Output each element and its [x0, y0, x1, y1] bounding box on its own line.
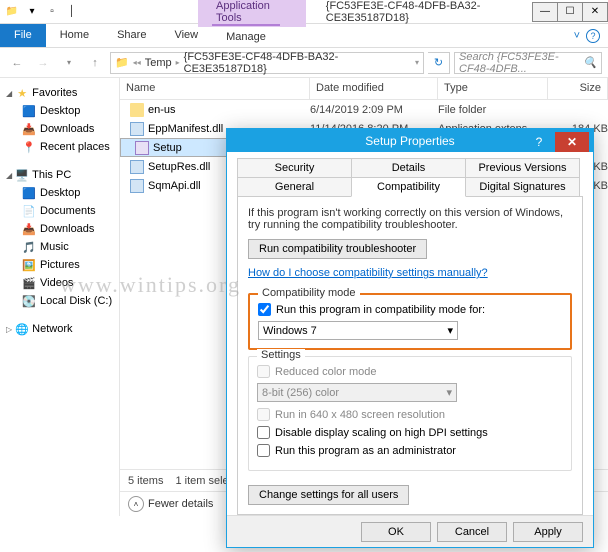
maximize-button[interactable]: ☐	[557, 2, 583, 22]
apply-button[interactable]: Apply	[513, 522, 583, 542]
dll-icon	[130, 160, 144, 174]
nav-pc-pictures[interactable]: 🖼️Pictures	[2, 256, 117, 274]
nav-pc-desktop[interactable]: 🟦Desktop	[2, 184, 117, 202]
up-button[interactable]: ↑	[84, 52, 106, 74]
tab-details[interactable]: Details	[351, 158, 466, 178]
run-as-admin-checkbox[interactable]: Run this program as an administrator	[257, 444, 563, 457]
compat-mode-select[interactable]: Windows 7▾	[258, 321, 458, 340]
nav-downloads[interactable]: 📥Downloads	[2, 120, 117, 138]
dialog-help-button[interactable]: ?	[527, 132, 551, 152]
help-icon[interactable]: ?	[586, 29, 600, 43]
exe-icon	[135, 141, 149, 155]
search-placeholder: Search {FC53FE3E-CF48-4DFB...	[459, 51, 583, 75]
overflow-icon[interactable]: ▾	[24, 4, 40, 20]
nav-desktop[interactable]: 🟦Desktop	[2, 102, 117, 120]
minimize-button[interactable]: —	[532, 2, 558, 22]
color-depth-select: 8-bit (256) color▾	[257, 383, 457, 402]
nav-pc-music[interactable]: 🎵Music	[2, 238, 117, 256]
change-all-users-button[interactable]: Change settings for all users	[248, 485, 409, 505]
forward-button[interactable]: →	[32, 52, 54, 74]
nav-pc-documents[interactable]: 📄Documents	[2, 202, 117, 220]
nav-thispc[interactable]: ◢🖥️This PC	[2, 166, 117, 184]
recent-button[interactable]: ▾	[58, 52, 80, 74]
back-button[interactable]: ←	[6, 52, 28, 74]
context-tab: Application Tools	[198, 0, 306, 27]
search-icon: 🔍	[583, 56, 597, 69]
run-troubleshooter-button[interactable]: Run compatibility troubleshooter	[248, 239, 427, 259]
nav-pc-downloads[interactable]: 📥Downloads	[2, 220, 117, 238]
tab-file[interactable]: File	[0, 24, 46, 47]
nav-favorites[interactable]: ◢★Favorites	[2, 84, 117, 102]
tab-digital-signatures[interactable]: Digital Signatures	[465, 177, 580, 197]
tab-manage[interactable]: Manage	[212, 24, 280, 47]
nav-pc-videos[interactable]: 🎬Videos	[2, 274, 117, 292]
cancel-button[interactable]: Cancel	[437, 522, 507, 542]
compat-description: If this program isn't working correctly …	[248, 207, 572, 231]
tab-home[interactable]: Home	[46, 24, 103, 47]
ok-button[interactable]: OK	[361, 522, 431, 542]
properties-dialog: Setup Properties ? ✕ Security Details Pr…	[226, 128, 594, 548]
compat-mode-group: Compatibility mode Run this program in c…	[248, 293, 572, 350]
chevron-down-icon: ▾	[447, 324, 453, 337]
reduced-color-checkbox[interactable]: Reduced color mode	[257, 365, 563, 378]
tab-view[interactable]: View	[160, 24, 212, 47]
chevron-up-icon: ˄	[128, 496, 144, 512]
settings-group: Settings Reduced color mode 8-bit (256) …	[248, 356, 572, 471]
tab-share[interactable]: Share	[103, 24, 160, 47]
tab-general[interactable]: General	[237, 177, 352, 197]
dpi-scaling-checkbox[interactable]: Disable display scaling on high DPI sett…	[257, 426, 563, 439]
qat-sep: │	[64, 4, 80, 20]
crumb-temp[interactable]: Temp	[145, 57, 172, 69]
compat-mode-checkbox[interactable]: Run this program in compatibility mode f…	[258, 303, 562, 316]
tab-compatibility[interactable]: Compatibility	[351, 177, 466, 197]
refresh-button[interactable]: ↻	[428, 52, 450, 74]
props-icon[interactable]: ▫	[44, 4, 60, 20]
dialog-close-button[interactable]: ✕	[555, 132, 589, 152]
ribbon-expand-icon[interactable]: ˅	[574, 30, 580, 42]
window-title: {FC53FE3E-CF48-4DFB-BA32-CE3E35187D18}	[326, 0, 533, 24]
nav-pane: ◢★Favorites 🟦Desktop 📥Downloads 📍Recent …	[0, 78, 120, 516]
tab-security[interactable]: Security	[237, 158, 352, 178]
dialog-titlebar[interactable]: Setup Properties ? ✕	[227, 129, 593, 152]
search-input[interactable]: Search {FC53FE3E-CF48-4DFB... 🔍	[454, 52, 602, 74]
table-row[interactable]: en-us6/14/2019 2:09 PMFile folder	[120, 100, 608, 119]
tabs: Security Details Previous Versions Gener…	[237, 158, 583, 197]
folder-icon: 📁	[115, 56, 129, 69]
tab-previous-versions[interactable]: Previous Versions	[465, 158, 580, 178]
close-button[interactable]: ✕	[582, 2, 608, 22]
dll-icon	[130, 122, 144, 136]
column-headers[interactable]: Name Date modified Type Size	[120, 78, 608, 100]
crumb-guid[interactable]: {FC53FE3E-CF48-4DFB-BA32-CE3E35187D18}	[184, 51, 411, 75]
address-bar[interactable]: 📁 ◂◂ Temp ▸ {FC53FE3E-CF48-4DFB-BA32-CE3…	[110, 52, 424, 74]
nav-network[interactable]: ▷🌐Network	[2, 320, 117, 338]
dll-icon	[130, 179, 144, 193]
folder-icon	[130, 103, 144, 117]
compat-help-link[interactable]: How do I choose compatibility settings m…	[248, 267, 488, 279]
dialog-title: Setup Properties	[365, 134, 454, 148]
folder-icon: 📁	[4, 4, 20, 20]
nav-recent[interactable]: 📍Recent places	[2, 138, 117, 156]
nav-pc-localdisk[interactable]: 💽Local Disk (C:)	[2, 292, 117, 310]
lowres-checkbox[interactable]: Run in 640 x 480 screen resolution	[257, 408, 563, 421]
